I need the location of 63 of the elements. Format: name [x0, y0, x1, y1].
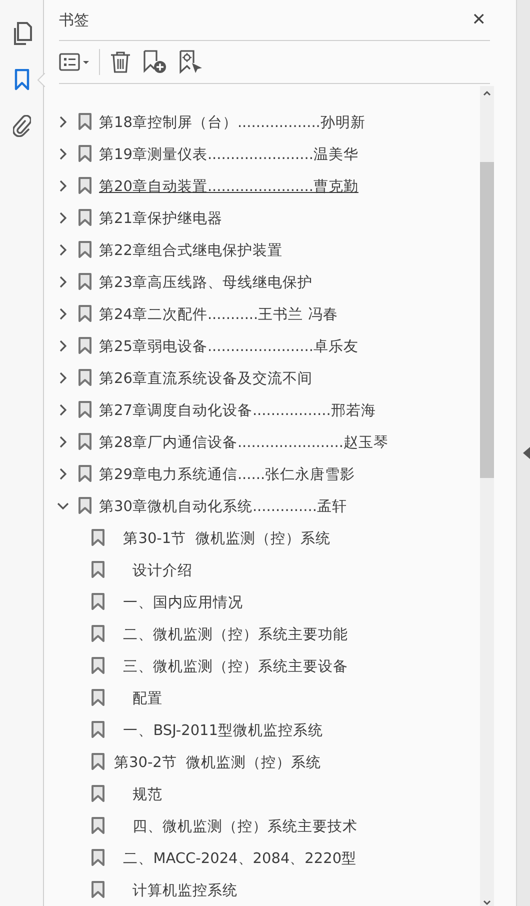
close-button[interactable]: ✕: [468, 10, 490, 30]
bookmark-label[interactable]: 第22章组合式继电保护装置: [99, 240, 282, 260]
bookmark-icon: [91, 817, 105, 835]
bookmark-icon: [78, 401, 92, 419]
bookmark-label[interactable]: 三、微机监测（控）系统主要设备: [114, 656, 348, 676]
bookmark-icon: [78, 465, 92, 483]
bookmark-label[interactable]: 第23章高压线路、母线继电保护: [99, 272, 312, 292]
bookmark-label[interactable]: 第18章控制屏（台）..................孙明新: [99, 112, 366, 132]
bookmark-icon: [78, 369, 92, 387]
bookmark-icon: [78, 241, 92, 259]
trash-icon[interactable]: [110, 51, 131, 73]
bookmark-label[interactable]: 四、微机监测（控）系统主要技术: [114, 816, 358, 836]
pages-icon[interactable]: [12, 22, 32, 46]
bookmark-label[interactable]: 第30章微机自动化系统..............孟轩: [99, 496, 347, 516]
bookmark-icon: [78, 113, 92, 131]
bookmark-icon: [91, 689, 105, 707]
bookmark-label[interactable]: 第30-2节 微机监测（控）系统: [114, 752, 322, 772]
collapse-panel-icon[interactable]: [523, 447, 530, 459]
bookmark-icon: [91, 561, 105, 579]
bookmark-label[interactable]: 一、国内应用情况: [114, 592, 244, 612]
bookmark-icon: [78, 305, 92, 323]
bookmark-label[interactable]: 第28章厂内通信设备.......................赵玉琴: [99, 432, 388, 452]
scrollbar[interactable]: [480, 86, 494, 906]
bookmark-icon: [91, 881, 105, 899]
bookmark-icon: [78, 145, 92, 163]
bookmark-label[interactable]: 第29章电力系统通信......张仁永唐雪影: [99, 464, 356, 484]
bookmark-icon: [78, 337, 92, 355]
bookmark-icon: [91, 753, 105, 771]
bookmark-icon: [78, 177, 92, 195]
options-menu-icon[interactable]: [59, 53, 89, 71]
bookmark-target-icon[interactable]: [179, 50, 203, 74]
bookmark-icon: [91, 529, 105, 547]
bookmark-icon: [91, 785, 105, 803]
bookmark-icon: [78, 209, 92, 227]
bookmark-icon: [91, 593, 105, 611]
bookmark-icon: [91, 721, 105, 739]
scroll-down-icon[interactable]: [483, 900, 491, 906]
bookmark-label[interactable]: 一、BSJ-2011型微机监控系统: [114, 720, 324, 740]
bookmark-icon: [91, 625, 105, 643]
bookmark-label[interactable]: 二、MACC-2024、2084、2220型: [114, 848, 357, 868]
panel-title: 书签: [59, 10, 89, 30]
bookmark-label[interactable]: 第26章直流系统设备及交流不间: [99, 368, 312, 388]
bookmark-label[interactable]: 第24章二次配件...........王书兰 冯春: [99, 304, 338, 324]
paperclip-icon[interactable]: [12, 115, 30, 137]
bookmark-label[interactable]: 配置: [114, 688, 162, 708]
scroll-up-icon[interactable]: [483, 90, 491, 96]
add-bookmark-icon[interactable]: [143, 50, 167, 74]
bookmark-icon: [91, 657, 105, 675]
bookmark-icon: [78, 433, 92, 451]
bookmark-label[interactable]: 第30-1节 微机监测（控）系统: [114, 528, 330, 548]
bookmark-label[interactable]: 第19章测量仪表.......................温美华: [99, 144, 358, 164]
bookmark-label[interactable]: 第25章弱电设备.......................卓乐友: [99, 336, 358, 356]
bookmark-icon[interactable]: [14, 69, 30, 91]
bookmark-icon: [91, 849, 105, 867]
bookmark-label[interactable]: 第20章自动装置.......................曹克勤: [99, 176, 358, 196]
bookmark-label[interactable]: 第21章保护继电器: [99, 208, 222, 228]
bookmark-icon: [78, 273, 92, 291]
bookmark-label[interactable]: 二、微机监测（控）系统主要功能: [114, 624, 348, 644]
bookmark-label[interactable]: 设计介绍: [114, 560, 192, 580]
bookmark-icon: [78, 497, 92, 515]
bookmark-label[interactable]: 计算机监控系统: [114, 880, 238, 900]
bookmark-label[interactable]: 规范: [114, 784, 162, 804]
bookmark-label[interactable]: 第27章调度自动化设备.................邢若海: [99, 400, 376, 420]
